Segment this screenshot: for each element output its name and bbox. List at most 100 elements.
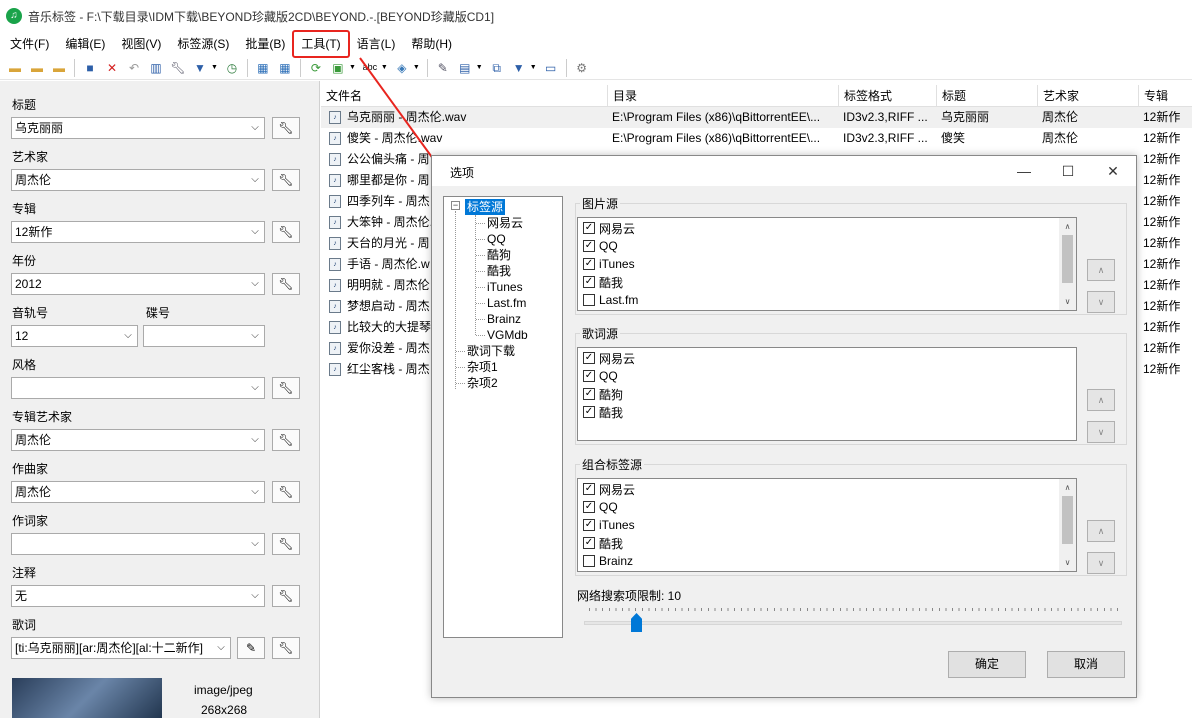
ok-button[interactable]: 确定 xyxy=(948,651,1026,678)
minimize-icon[interactable]: — xyxy=(1012,161,1036,181)
scroll-thumb[interactable] xyxy=(1062,496,1073,544)
lyrics-wrench-button[interactable]: 🔧︎ xyxy=(272,637,300,659)
column-tag-format[interactable]: 标签格式 xyxy=(839,85,937,107)
checkbox-checked[interactable]: ✓ xyxy=(583,519,595,531)
column-filename[interactable]: 文件名 xyxy=(321,85,608,107)
undo-icon[interactable]: ↶ xyxy=(125,59,143,77)
checkbox-item[interactable]: ✓ QQ xyxy=(583,367,618,385)
text-icon[interactable]: abc xyxy=(361,59,379,77)
filter2-icon[interactable]: ▼ xyxy=(510,59,528,77)
scroll-thumb[interactable] xyxy=(1062,235,1073,283)
tree-item-section[interactable]: 杂项2 xyxy=(467,375,498,391)
book-icon[interactable]: ▥ xyxy=(147,59,165,77)
album-combo[interactable]: 12新作 ⌵ xyxy=(11,221,265,243)
checkbox-item[interactable]: Brainz xyxy=(583,552,633,570)
window-icon[interactable]: ▭ xyxy=(542,59,560,77)
disc-combo[interactable]: ⌵ xyxy=(143,325,265,347)
lyricist-wrench-button[interactable]: 🔧︎ xyxy=(272,533,300,555)
lyrics-move-down-button[interactable]: ∨ xyxy=(1087,421,1115,443)
tree-item-section[interactable]: 杂项1 xyxy=(467,359,498,375)
checkbox-checked[interactable]: ✓ xyxy=(583,370,595,382)
chevron-down-icon[interactable]: ⌵ xyxy=(248,274,262,294)
year-combo[interactable]: 2012 ⌵ xyxy=(11,273,265,295)
checkbox-item[interactable]: ✓ 酷我 xyxy=(583,534,623,552)
track-combo[interactable]: 12 ⌵ xyxy=(11,325,138,347)
tree-item-section[interactable]: 歌词下载 xyxy=(467,343,515,359)
image-icon[interactable]: ▣ xyxy=(329,59,347,77)
menu-file[interactable]: 文件(F) xyxy=(2,32,57,56)
scroll-down-icon[interactable]: ∨ xyxy=(1059,293,1076,310)
title-combo[interactable]: 乌克丽丽 ⌵ xyxy=(11,117,265,139)
tree-item-source[interactable]: Last.fm xyxy=(487,295,526,311)
checkbox-item[interactable]: ✓ 酷狗 xyxy=(583,385,623,403)
composer-wrench-button[interactable]: 🔧︎ xyxy=(272,481,300,503)
composer-combo[interactable]: 周杰伦 ⌵ xyxy=(11,481,265,503)
add-folder-icon[interactable]: ▬ xyxy=(28,59,46,77)
checkbox-checked[interactable]: ✓ xyxy=(583,537,595,549)
comment-wrench-button[interactable]: 🔧︎ xyxy=(272,585,300,607)
checkbox-checked[interactable]: ✓ xyxy=(583,276,595,288)
delete-icon[interactable]: ✕ xyxy=(103,59,121,77)
checkbox-item[interactable]: Last.fm xyxy=(583,291,638,309)
checkbox-item[interactable]: ✓ iTunes xyxy=(583,516,635,534)
menu-view[interactable]: 视图(V) xyxy=(113,32,169,56)
tree-item-source[interactable]: 酷我 xyxy=(487,263,511,279)
checkbox-unchecked[interactable] xyxy=(583,294,595,306)
close-icon[interactable]: ✕ xyxy=(1101,161,1125,181)
chevron-down-icon[interactable]: ⌵ xyxy=(121,326,135,346)
lyrics-move-up-button[interactable]: ∧ xyxy=(1087,389,1115,411)
combined-move-down-button[interactable]: ∨ xyxy=(1087,552,1115,574)
checkbox-item[interactable]: ✓ 酷我 xyxy=(583,403,623,421)
chevron-down-icon[interactable]: ⌵ xyxy=(248,534,262,554)
checkbox-checked[interactable]: ✓ xyxy=(583,240,595,252)
checkbox-checked[interactable]: ✓ xyxy=(583,388,595,400)
lyricist-combo[interactable]: ⌵ xyxy=(11,533,265,555)
tree-item-source[interactable]: VGMdb xyxy=(487,327,528,343)
genre-wrench-button[interactable]: 🔧︎ xyxy=(272,377,300,399)
tools-icon[interactable]: ✎ xyxy=(434,59,452,77)
picture-move-down-button[interactable]: ∨ xyxy=(1087,291,1115,313)
filter-icon[interactable]: ▼ xyxy=(191,59,209,77)
chevron-down-icon[interactable]: ⌵ xyxy=(248,430,262,450)
lyrics-combo[interactable]: [ti:乌克丽丽][ar:周杰伦][al:十二新作] ⌵ xyxy=(11,637,231,659)
tag-icon[interactable]: ◈ xyxy=(393,59,411,77)
tree-item-tag-source[interactable]: 标签源 xyxy=(465,199,506,215)
document-icon[interactable]: ▤ xyxy=(456,59,474,77)
checkbox-item[interactable]: ✓ QQ xyxy=(583,498,618,516)
checkbox-checked[interactable]: ✓ xyxy=(583,501,595,513)
combined-source-scrollbar[interactable]: ∧ ∨ xyxy=(1059,479,1076,571)
checkbox-item[interactable]: ✓ 网易云 xyxy=(583,219,635,237)
checkbox-item[interactable]: ✓ 酷我 xyxy=(583,273,623,291)
checkbox-checked[interactable]: ✓ xyxy=(583,352,595,364)
maximize-icon[interactable]: ☐ xyxy=(1056,161,1080,181)
checkbox-item[interactable]: ✓ iTunes xyxy=(583,255,635,273)
scroll-up-icon[interactable]: ∧ xyxy=(1059,218,1076,235)
text-dropdown-icon[interactable]: ▼ xyxy=(381,64,388,71)
lyrics-edit-button[interactable]: ✎ xyxy=(237,637,265,659)
clock-icon[interactable]: ◷ xyxy=(223,59,241,77)
chevron-down-icon[interactable]: ⌵ xyxy=(248,118,262,138)
tree-item-source[interactable]: 网易云 xyxy=(487,215,523,231)
checkbox-checked[interactable]: ✓ xyxy=(583,222,595,234)
table-icon[interactable]: ▦ xyxy=(276,59,294,77)
column-artist[interactable]: 艺术家 xyxy=(1038,85,1139,107)
folders-icon[interactable]: ▬ xyxy=(50,59,68,77)
combined-move-up-button[interactable]: ∧ xyxy=(1087,520,1115,542)
artist-wrench-button[interactable]: 🔧︎ xyxy=(272,169,300,191)
chevron-down-icon[interactable]: ⌵ xyxy=(248,482,262,502)
refresh-icon[interactable]: ⟳ xyxy=(307,59,325,77)
chevron-down-icon[interactable]: ⌵ xyxy=(248,326,262,346)
document-dropdown-icon[interactable]: ▼ xyxy=(476,64,483,71)
genre-combo[interactable]: ⌵ xyxy=(11,377,265,399)
chevron-down-icon[interactable]: ⌵ xyxy=(248,170,262,190)
tree-item-source[interactable]: Brainz xyxy=(487,311,521,327)
checkbox-checked[interactable]: ✓ xyxy=(583,483,595,495)
tree-item-source[interactable]: iTunes xyxy=(487,279,523,295)
tag-dropdown-icon[interactable]: ▼ xyxy=(413,64,420,71)
tree-item-source[interactable]: 酷狗 xyxy=(487,247,511,263)
gear-icon[interactable]: ⚙ xyxy=(573,59,591,77)
album-wrench-button[interactable]: 🔧︎ xyxy=(272,221,300,243)
scroll-down-icon[interactable]: ∨ xyxy=(1059,554,1076,571)
collapse-icon[interactable]: − xyxy=(451,201,460,210)
convert-icon[interactable]: ⧉ xyxy=(488,59,506,77)
